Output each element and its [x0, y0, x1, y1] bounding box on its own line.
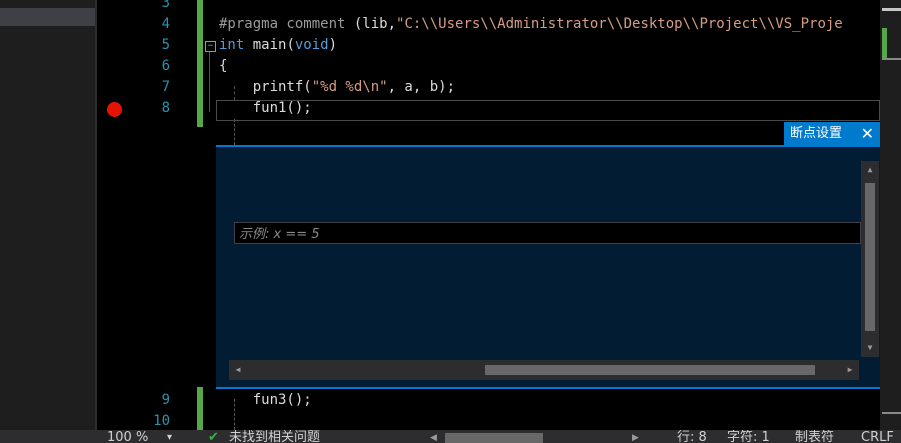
scroll-up-icon[interactable]: ▲ [861, 163, 879, 177]
issues-status[interactable]: 未找到相关问题 [229, 430, 320, 443]
scroll-right-icon[interactable]: ▶ [841, 360, 859, 380]
breakpoint-icon[interactable] [107, 102, 122, 117]
line-number: 8 [161, 100, 170, 116]
line-number: 6 [161, 58, 170, 74]
check-circle-icon: ✔ [208, 430, 219, 443]
printf-call: printf( [219, 79, 312, 95]
change-marker [882, 28, 887, 58]
breakpoint-settings-title: 断点设置 [790, 126, 843, 141]
code-line-5[interactable]: int main(void) [219, 35, 337, 56]
current-line-highlight [216, 100, 880, 121]
line-number: 9 [161, 392, 170, 408]
line-number: 4 [161, 16, 170, 32]
breakpoint-condition-input[interactable] [235, 224, 860, 245]
type-keyword: int [219, 37, 245, 53]
scroll-position-marker [882, 8, 901, 11]
function-name: main( [244, 37, 295, 53]
scroll-right-icon[interactable]: ▶ [632, 430, 639, 443]
printf-args: , a, b); [387, 79, 456, 95]
pragma-keyword: #pragma comment [219, 16, 346, 32]
peek-horizontal-scrollbar[interactable]: ◀ ▶ [229, 360, 859, 380]
line-number: 7 [161, 79, 170, 95]
line-ending[interactable]: CRLF [861, 430, 894, 443]
paren-close: ) [328, 37, 338, 53]
collapse-icon[interactable]: − [205, 41, 216, 52]
solution-explorer-panel [0, 0, 95, 430]
pragma-string: "C:\\Users\\Administrator\\Desktop\\Proj… [396, 16, 843, 32]
breakpoint-settings-panel [216, 145, 881, 389]
change-tracking-bar [197, 0, 203, 127]
breakpoint-settings-tab: 断点设置 ✕ [784, 122, 880, 146]
scroll-thumb[interactable] [485, 365, 815, 375]
code-line-4[interactable]: #pragma comment (lib,"C:\\Users\\Adminis… [219, 14, 843, 35]
selected-tree-item[interactable] [0, 8, 95, 26]
change-tracking-bar [197, 387, 203, 430]
indent-guide [234, 119, 235, 145]
editor-map-scrollbar[interactable] [880, 0, 901, 430]
zoom-level[interactable]: 100 % [107, 430, 148, 443]
code-line-8[interactable]: fun1(); [219, 98, 312, 119]
close-icon[interactable]: ✕ [861, 122, 874, 146]
condition-input-wrapper [234, 222, 861, 245]
scroll-left-icon[interactable]: ◀ [229, 360, 247, 380]
horizontal-scroll-thumb[interactable] [445, 433, 543, 443]
peek-vertical-scrollbar[interactable]: ▲ ▼ [861, 161, 879, 357]
format-string: "%d %d\n" [311, 79, 388, 95]
code-line-6[interactable]: { [219, 56, 227, 77]
zoom-dropdown-icon[interactable]: ▾ [167, 430, 172, 443]
line-number: 5 [161, 37, 170, 53]
line-number: 3 [161, 0, 170, 11]
param-keyword: void [294, 37, 329, 53]
viewport-marker [882, 58, 901, 60]
indent-mode[interactable]: 制表符 [795, 430, 834, 443]
char-indicator: 字符: 1 [727, 430, 770, 443]
pragma-args: (lib, [345, 16, 397, 32]
code-line-7[interactable]: printf("%d %d\n", a, b); [219, 77, 455, 98]
code-line-9[interactable]: fun3(); [219, 390, 312, 411]
line-indicator: 行: 8 [677, 430, 707, 443]
scroll-down-icon[interactable]: ▼ [861, 341, 879, 355]
viewport-marker [882, 412, 901, 414]
status-bar: 100 % ▾ ✔ 未找到相关问题 ◀ ▶ 行: 8 字符: 1 制表符 CRL… [0, 430, 901, 443]
scroll-left-icon[interactable]: ◀ [430, 430, 437, 443]
line-number: 10 [153, 413, 170, 429]
fold-guide-line [209, 52, 210, 112]
scroll-thumb[interactable] [865, 183, 875, 331]
